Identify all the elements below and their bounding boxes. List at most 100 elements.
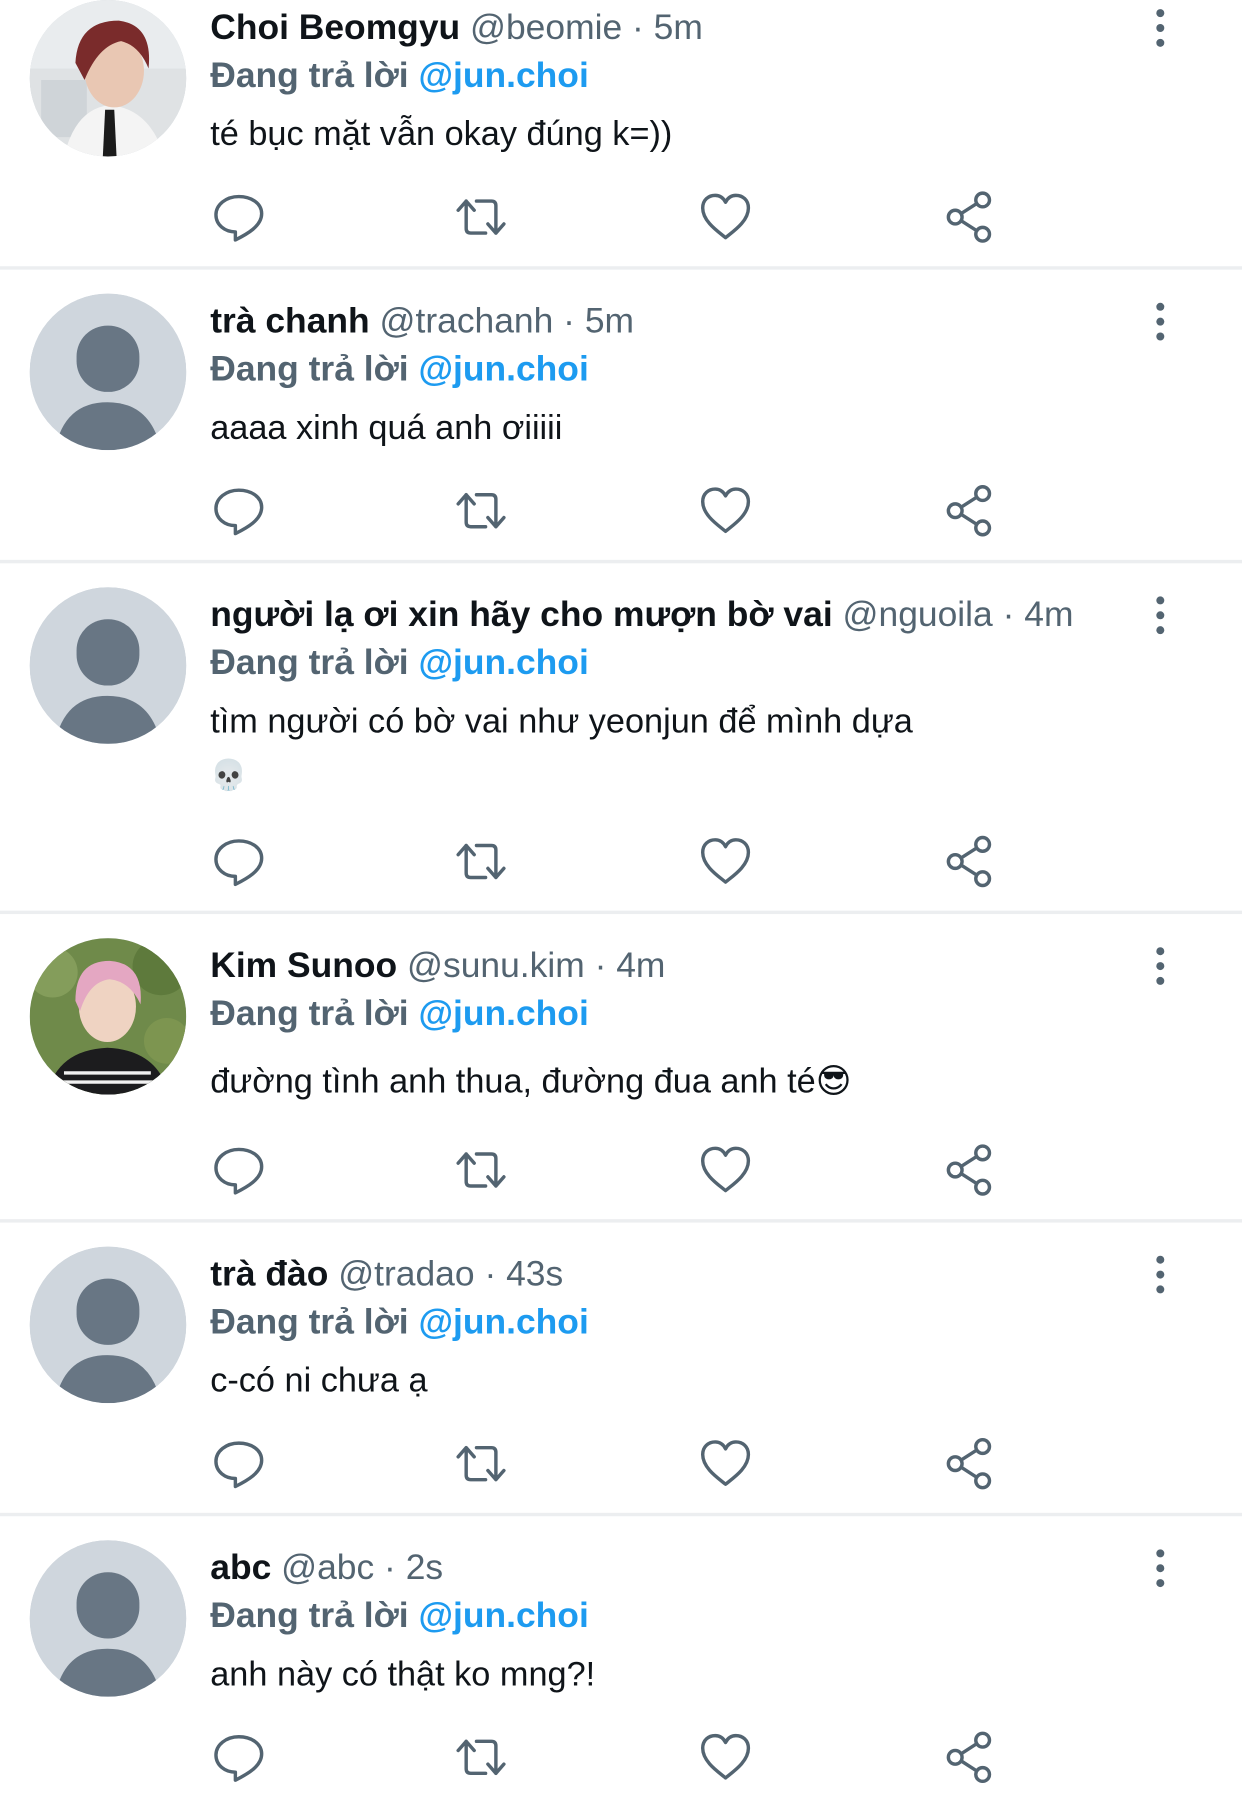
retweet-button[interactable] [454,834,509,889]
like-button[interactable] [698,1730,753,1785]
reply-timeline: Choi Beomgyu @beomie · 5m Đang trả lời @… [0,0,1242,1794]
share-button[interactable] [943,1730,998,1785]
replying-to-label: Đang trả lời [210,54,409,95]
reply-mention-link[interactable]: @jun.choi [418,642,588,682]
share-button[interactable] [943,1143,998,1198]
more-options-button[interactable] [1146,1251,1173,1297]
timestamp[interactable]: 4m [1024,594,1073,634]
tweet[interactable]: người lạ ơi xin hãy cho mượn bờ vai @ngu… [0,563,1242,915]
tweet[interactable]: abc @abc · 2s Đang trả lời @jun.choi anh… [0,1516,1242,1794]
replying-to: Đang trả lời @jun.choi [210,640,589,686]
reply-mention-link[interactable]: @jun.choi [418,55,588,95]
author-name[interactable]: trà đào [210,1253,328,1293]
author-name[interactable]: trà chanh [210,301,369,341]
more-options-button[interactable] [1146,1545,1173,1591]
heart-icon [700,193,751,240]
author-name[interactable]: abc [210,1547,271,1587]
heart-icon [700,487,751,534]
more-options-button[interactable] [1146,592,1173,638]
like-button[interactable] [698,483,753,538]
reply-mention-link[interactable]: @jun.choi [418,348,588,388]
tweet[interactable]: Choi Beomgyu @beomie · 5m Đang trả lời @… [0,0,1242,270]
avatar[interactable] [29,938,187,1095]
like-button[interactable] [698,834,753,889]
reply-icon [214,1441,264,1489]
replying-to-label: Đang trả lời [210,992,409,1033]
share-button[interactable] [943,1436,998,1491]
more-options-button[interactable] [1146,5,1173,51]
replying-to: Đang trả lời @jun.choi [210,53,589,99]
reply-mention-link[interactable]: @jun.choi [418,1301,588,1341]
reply-button[interactable] [211,1730,266,1785]
reply-button[interactable] [211,190,266,245]
share-button[interactable] [943,483,998,538]
author-handle[interactable]: @trachanh [380,301,554,341]
tweet[interactable]: trà chanh @trachanh · 5m Đang trả lời @j… [0,270,1242,564]
separator-dot: · [563,300,575,341]
replying-to: Đang trả lời @jun.choi [210,1299,589,1345]
reply-button[interactable] [211,1143,266,1198]
retweet-button[interactable] [454,1436,509,1491]
like-button[interactable] [698,1143,753,1198]
author-handle[interactable]: @nguoila [843,594,993,634]
replying-to: Đang trả lời @jun.choi [210,1593,589,1639]
author-handle[interactable]: @tradao [338,1253,474,1293]
more-options-button[interactable] [1146,298,1173,344]
like-button[interactable] [698,190,753,245]
separator-dot: · [484,1253,497,1294]
replying-to: Đang trả lời @jun.choi [210,991,589,1037]
author-name[interactable]: Kim Sunoo [210,945,397,985]
retweet-icon [456,1445,506,1482]
retweet-button[interactable] [454,1143,509,1198]
more-options-button[interactable] [1146,943,1173,989]
tweet-text: đường tình anh thua, đường đua anh té😎 [210,1062,852,1101]
reply-button[interactable] [211,1436,266,1491]
timestamp[interactable]: 5m [585,301,634,341]
reply-button[interactable] [211,834,266,889]
tweet-meta: Choi Beomgyu @beomie · 5m [210,5,703,51]
tweet-actions [0,1436,1242,1491]
timestamp[interactable]: 2s [406,1547,443,1587]
author-handle[interactable]: @sunu.kim [407,945,585,985]
avatar[interactable] [29,1246,187,1404]
reply-mention-link[interactable]: @jun.choi [418,1595,588,1635]
tweet[interactable]: trà đào @tradao · 43s Đang trả lời @jun.… [0,1223,1242,1517]
like-button[interactable] [698,1436,753,1491]
share-button[interactable] [943,190,998,245]
author-handle[interactable]: @abc [281,1547,374,1587]
retweet-icon [456,199,506,235]
author-handle[interactable]: @beomie [470,7,622,47]
tweet-text-emoji: 💀 [210,757,248,792]
timestamp[interactable]: 4m [616,945,665,985]
heart-icon [700,1440,751,1486]
reply-button[interactable] [211,483,266,538]
tweet-actions [0,483,1242,538]
separator-dot: · [1002,594,1015,635]
reply-icon [214,839,264,887]
author-name[interactable]: người lạ ơi xin hãy cho mượn bờ vai [210,594,832,634]
avatar[interactable] [29,587,187,744]
more-vertical-icon [1155,1548,1164,1557]
heart-icon [700,1146,751,1193]
tweet-text: anh này có thật ko mng?! [210,1655,596,1694]
heart-icon [700,1733,751,1780]
avatar[interactable] [29,293,187,451]
tweet-meta: người lạ ơi xin hãy cho mượn bờ vai @ngu… [210,592,1073,638]
more-vertical-icon [1155,1255,1164,1264]
share-icon [946,835,992,888]
reply-mention-link[interactable]: @jun.choi [418,993,588,1033]
retweet-button[interactable] [454,483,509,538]
tweet[interactable]: Kim Sunoo @sunu.kim · 4m Đang trả lời @j… [0,914,1242,1223]
tweet-actions [0,1143,1242,1198]
retweet-button[interactable] [454,1730,509,1785]
avatar[interactable] [29,1540,187,1697]
replying-to-label: Đang trả lời [210,348,409,389]
share-button[interactable] [943,834,998,889]
timestamp[interactable]: 43s [506,1253,563,1293]
share-icon [946,1731,992,1784]
timestamp[interactable]: 5m [654,7,703,47]
author-name[interactable]: Choi Beomgyu [210,7,460,47]
retweet-button[interactable] [454,190,509,245]
avatar[interactable] [29,0,187,157]
reply-icon [214,1735,264,1782]
